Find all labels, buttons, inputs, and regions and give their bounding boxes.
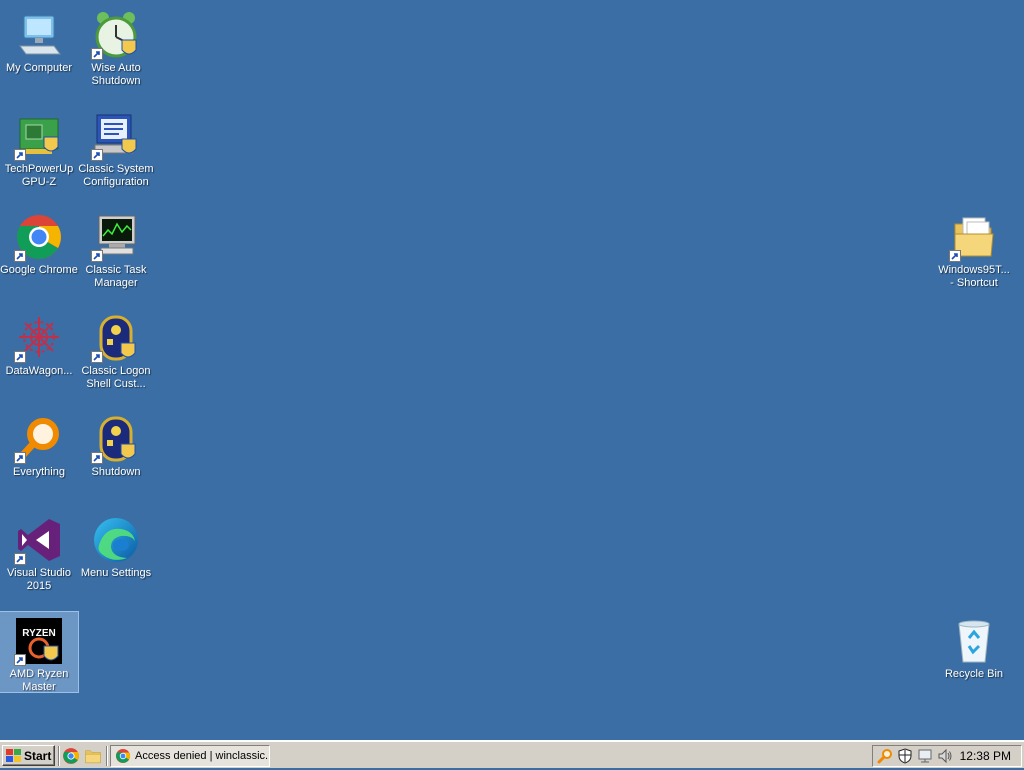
icon-label: TechPowerUp GPU-Z	[4, 163, 74, 188]
svg-text:RYZEN: RYZEN	[22, 628, 56, 639]
icon-label: Windows95T... - Shortcut	[938, 264, 1010, 289]
shortcut-arrow-icon	[91, 452, 103, 464]
ryzen-icon: RYZEN	[14, 616, 64, 666]
alarm-clock-icon	[91, 10, 141, 60]
tray-network-icon[interactable]	[917, 748, 933, 764]
icon-label: Recycle Bin	[944, 668, 1004, 680]
chrome-icon	[115, 748, 131, 764]
icon-label: Shutdown	[91, 466, 141, 478]
shortcut-arrow-icon	[91, 351, 103, 363]
shortcut-arrow-icon	[91, 149, 103, 161]
taskbar: Start Access denied | winclassic... 12:3…	[0, 740, 1024, 768]
desktop-icon-google-chrome[interactable]: Google Chrome	[0, 208, 78, 288]
icon-label: DataWagon...	[5, 365, 73, 377]
visual-studio-icon	[14, 515, 64, 565]
shortcut-arrow-icon	[14, 654, 26, 666]
task-manager-icon	[91, 212, 141, 262]
taskbar-window-title: Access denied | winclassic...	[135, 750, 270, 762]
datawagon-icon	[14, 313, 64, 363]
taskbar-window-button[interactable]: Access denied | winclassic...	[110, 745, 270, 767]
tray-volume-icon[interactable]	[937, 748, 953, 764]
icon-label: My Computer	[5, 62, 73, 74]
tray-magnifier-icon[interactable]	[877, 748, 893, 764]
logon-shell-icon	[91, 313, 141, 363]
shortcut-arrow-icon	[14, 452, 26, 464]
chrome-icon	[14, 212, 64, 262]
desktop[interactable]: My Computer TechPowerUp GPU-Z Google Chr…	[0, 0, 1024, 740]
gpu-card-icon	[14, 111, 64, 161]
shortcut-arrow-icon	[14, 149, 26, 161]
start-label: Start	[24, 748, 52, 763]
shortcut-arrow-icon	[14, 250, 26, 262]
windows-logo-icon	[6, 748, 21, 762]
tray-shield-icon[interactable]	[897, 748, 913, 764]
system-tray: 12:38 PM	[872, 745, 1022, 767]
desktop-icon-everything[interactable]: Everything	[0, 410, 78, 490]
desktop-icon-shutdown[interactable]: Shutdown	[77, 410, 155, 490]
shortcut-arrow-icon	[91, 250, 103, 262]
desktop-icon-datawagon[interactable]: DataWagon...	[0, 309, 78, 389]
icon-label: Wise Auto Shutdown	[91, 62, 141, 87]
desktop-icon-classic-system-configuration[interactable]: Classic System Configuration	[77, 107, 155, 188]
icon-label: Classic Task Manager	[85, 264, 147, 289]
system-config-icon	[91, 111, 141, 161]
icon-label: Classic Logon Shell Cust...	[81, 365, 151, 390]
desktop-icon-menu-settings[interactable]: Menu Settings	[77, 511, 155, 591]
shortcut-arrow-icon	[91, 48, 103, 60]
computer-icon	[14, 10, 64, 60]
icon-label: AMD Ryzen Master	[9, 668, 69, 693]
desktop-icon-my-computer[interactable]: My Computer	[0, 6, 78, 86]
desktop-icon-windows95-shortcut[interactable]: Windows95T... - Shortcut	[935, 208, 1013, 289]
edge-icon	[91, 515, 141, 565]
shutdown-icon	[91, 414, 141, 464]
folder-icon	[949, 212, 999, 262]
shortcut-arrow-icon	[14, 553, 26, 565]
quicklaunch-folder-icon[interactable]	[84, 747, 102, 765]
desktop-icon-recycle-bin[interactable]: Recycle Bin	[935, 612, 1013, 692]
clock[interactable]: 12:38 PM	[960, 749, 1011, 763]
desktop-icon-visual-studio[interactable]: Visual Studio 2015	[0, 511, 78, 592]
desktop-icon-classic-task-manager[interactable]: Classic Task Manager	[77, 208, 155, 289]
desktop-icon-classic-logon-shell[interactable]: Classic Logon Shell Cust...	[77, 309, 155, 390]
taskbar-separator	[106, 746, 108, 766]
desktop-icon-amd-ryzen-master[interactable]: RYZEN AMD Ryzen Master	[0, 611, 79, 693]
icon-label: Classic System Configuration	[78, 163, 154, 188]
icon-label: Menu Settings	[80, 567, 152, 579]
shortcut-arrow-icon	[949, 250, 961, 262]
quicklaunch-chrome-icon[interactable]	[62, 747, 80, 765]
desktop-icon-gpu-z[interactable]: TechPowerUp GPU-Z	[0, 107, 78, 188]
start-button[interactable]: Start	[2, 745, 55, 766]
icon-label: Google Chrome	[0, 264, 78, 276]
taskbar-separator	[58, 746, 60, 766]
icon-label: Everything	[13, 466, 65, 478]
shortcut-arrow-icon	[14, 351, 26, 363]
desktop-icon-wise-auto-shutdown[interactable]: Wise Auto Shutdown	[77, 6, 155, 87]
icon-label: Visual Studio 2015	[6, 567, 71, 592]
recycle-bin-icon	[949, 616, 999, 666]
magnifier-icon	[14, 414, 64, 464]
